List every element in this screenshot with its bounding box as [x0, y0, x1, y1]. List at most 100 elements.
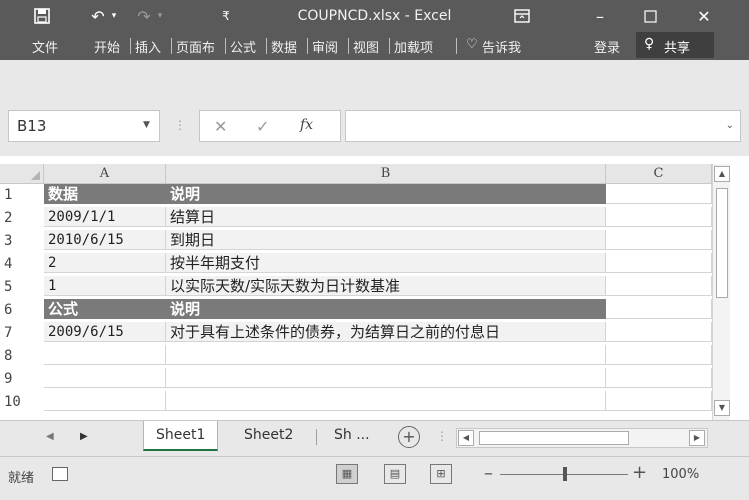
- cancel-icon[interactable]: ✕: [214, 117, 227, 136]
- add-sheet-icon[interactable]: +: [398, 426, 420, 448]
- formula-bar-grip-icon[interactable]: ⋮: [174, 118, 186, 132]
- cell-b4[interactable]: 按半年期支付: [166, 253, 606, 273]
- undo-dropdown-icon[interactable]: ▾: [108, 6, 120, 26]
- cell-a8[interactable]: [44, 345, 166, 365]
- row-header[interactable]: 6: [0, 300, 18, 320]
- cell-c4[interactable]: [606, 253, 712, 273]
- menu-view[interactable]: 视图: [353, 37, 379, 56]
- row-header[interactable]: 3: [0, 231, 18, 251]
- cell-c2[interactable]: [606, 207, 712, 227]
- cell-a7[interactable]: 2009/6/15: [44, 322, 166, 342]
- worksheet-grid[interactable]: A B C 1 数据 说明 2 2009/1/1 结算日 3 2010/6/15…: [0, 156, 749, 420]
- zoom-out-icon[interactable]: –: [484, 463, 493, 484]
- cell-b2[interactable]: 结算日: [166, 207, 606, 227]
- cell-a9[interactable]: [44, 368, 166, 388]
- macro-record-icon[interactable]: [52, 467, 68, 481]
- enter-icon[interactable]: ✓: [256, 117, 269, 136]
- expand-formula-icon[interactable]: ⌄: [726, 120, 734, 131]
- redo-dropdown-icon[interactable]: ▾: [154, 6, 166, 26]
- next-sheet-icon[interactable]: ▶: [80, 431, 88, 442]
- tell-me-search[interactable]: 告诉我: [482, 37, 521, 56]
- cell-c5[interactable]: [606, 276, 712, 296]
- vertical-scrollbar[interactable]: ▲ ▼: [712, 164, 730, 420]
- menu-data[interactable]: 数据: [271, 37, 297, 56]
- cell-c10[interactable]: [606, 391, 712, 411]
- row-header[interactable]: 10: [0, 392, 21, 412]
- page-break-view-icon[interactable]: ⊞: [430, 464, 452, 484]
- cell-a1[interactable]: 数据: [44, 184, 166, 204]
- row-header[interactable]: 9: [0, 369, 18, 389]
- scroll-left-icon[interactable]: ◀: [458, 430, 474, 446]
- tab-split-grip-icon[interactable]: ⋮: [436, 429, 448, 443]
- zoom-slider-knob[interactable]: [563, 467, 567, 481]
- menu-review[interactable]: 审阅: [312, 37, 338, 56]
- row-header[interactable]: 7: [0, 323, 18, 343]
- window-title: COUPNCD.xlsx - Excel: [297, 8, 452, 24]
- vertical-scroll-thumb[interactable]: [716, 188, 728, 298]
- zoom-level[interactable]: 100%: [662, 467, 699, 482]
- name-box[interactable]: B13: [8, 110, 160, 142]
- minimize-icon[interactable]: –: [590, 6, 610, 26]
- normal-view-icon[interactable]: ▦: [336, 464, 358, 484]
- maximize-icon[interactable]: [640, 6, 660, 26]
- menu-formulas[interactable]: 公式: [230, 37, 256, 56]
- tab-sheet1[interactable]: Sheet1: [143, 421, 219, 451]
- tab-more-sheets[interactable]: Sh ...: [322, 421, 382, 451]
- horizontal-scroll-thumb[interactable]: [479, 431, 629, 445]
- ribbon-display-icon[interactable]: [512, 6, 532, 26]
- row-header[interactable]: 5: [0, 277, 18, 297]
- cell-b9[interactable]: [166, 368, 606, 388]
- cell-b5[interactable]: 以实际天数/实际天数为日计数基准: [166, 276, 606, 296]
- name-box-dropdown-icon[interactable]: ▼: [143, 120, 150, 130]
- zoom-in-icon[interactable]: +: [632, 462, 647, 483]
- cell-a10[interactable]: [44, 391, 166, 411]
- tab-sheet2[interactable]: Sheet2: [232, 421, 305, 451]
- cell-b6[interactable]: 说明: [166, 299, 606, 319]
- cell-b7[interactable]: 对于具有上述条件的债券，为结算日之前的付息日: [166, 322, 606, 342]
- select-all-corner[interactable]: [0, 164, 44, 184]
- cell-b10[interactable]: [166, 391, 606, 411]
- page-layout-view-icon[interactable]: ▤: [384, 464, 406, 484]
- scroll-up-icon[interactable]: ▲: [714, 166, 730, 182]
- login-link[interactable]: 登录: [594, 37, 620, 56]
- customize-toolbar-icon[interactable]: ₹: [218, 6, 234, 26]
- cell-b8[interactable]: [166, 345, 606, 365]
- row-header[interactable]: 8: [0, 346, 18, 366]
- lightbulb-icon[interactable]: ♡: [466, 37, 478, 52]
- redo-icon[interactable]: ↷: [134, 6, 154, 26]
- prev-sheet-icon[interactable]: ◀: [46, 431, 54, 442]
- cell-c1[interactable]: [606, 184, 712, 204]
- menu-file[interactable]: 文件: [32, 37, 58, 56]
- cell-c9[interactable]: [606, 368, 712, 388]
- menu-addins[interactable]: 加载项: [394, 37, 433, 56]
- cell-b1[interactable]: 说明: [166, 184, 606, 204]
- cell-a3[interactable]: 2010/6/15: [44, 230, 166, 250]
- row-header[interactable]: 1: [0, 185, 18, 205]
- scroll-down-icon[interactable]: ▼: [714, 400, 730, 416]
- cell-c3[interactable]: [606, 230, 712, 250]
- cell-c8[interactable]: [606, 345, 712, 365]
- column-header-c[interactable]: C: [606, 164, 712, 184]
- share-button[interactable]: ♀ 共享: [636, 32, 714, 58]
- close-icon[interactable]: ✕: [694, 6, 714, 26]
- cell-a5[interactable]: 1: [44, 276, 166, 296]
- row-header[interactable]: 4: [0, 254, 18, 274]
- insert-function-icon[interactable]: fx: [300, 117, 313, 133]
- cell-a2[interactable]: 2009/1/1: [44, 207, 166, 227]
- cell-c6[interactable]: [606, 299, 712, 319]
- menu-insert[interactable]: 插入: [135, 37, 161, 56]
- row-header[interactable]: 2: [0, 208, 18, 228]
- cell-a4[interactable]: 2: [44, 253, 166, 273]
- formula-input[interactable]: ⌄: [345, 110, 741, 142]
- cell-a6[interactable]: 公式: [44, 299, 166, 319]
- menu-page-layout[interactable]: 页面布: [176, 37, 215, 56]
- column-header-a[interactable]: A: [44, 164, 166, 184]
- cell-c7[interactable]: [606, 322, 712, 342]
- menu-home[interactable]: 开始: [94, 37, 120, 56]
- cell-b3[interactable]: 到期日: [166, 230, 606, 250]
- save-icon[interactable]: [32, 6, 52, 26]
- undo-icon[interactable]: ↶: [88, 6, 108, 26]
- scroll-right-icon[interactable]: ▶: [689, 430, 705, 446]
- horizontal-scrollbar[interactable]: ◀ ▶: [456, 428, 708, 448]
- column-header-b[interactable]: B: [166, 164, 606, 184]
